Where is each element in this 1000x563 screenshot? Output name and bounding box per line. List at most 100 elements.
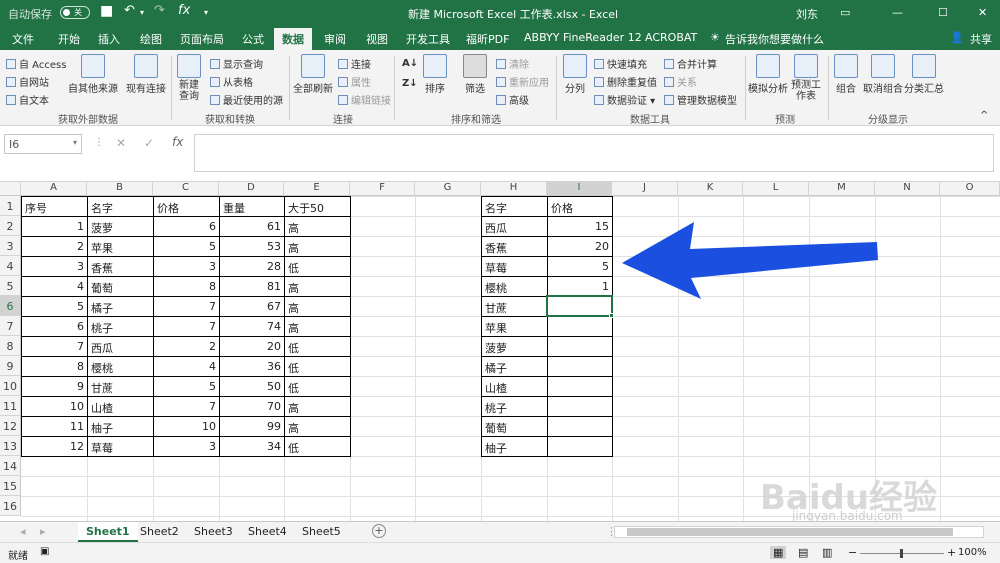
properties-button[interactable]: 属性 (338, 74, 371, 89)
table1-cell[interactable]: 7 (153, 396, 220, 417)
column-header[interactable]: K (678, 182, 743, 196)
table1-cell[interactable]: 28 (219, 256, 285, 277)
scrollbar-thumb[interactable] (627, 528, 953, 536)
show-queries-button[interactable]: 显示查询 (210, 56, 263, 71)
table2-cell[interactable]: 山楂 (481, 376, 548, 397)
data-validation-button[interactable]: 数据验证 ▾ (594, 92, 655, 107)
connections-button[interactable]: 连接 (338, 56, 371, 71)
forecast-sheet-button[interactable]: 预测工作表 (790, 54, 822, 102)
table1-cell[interactable]: 山楂 (87, 396, 154, 417)
text-to-columns-button[interactable]: 分列 (560, 54, 590, 95)
table1-cell[interactable]: 20 (219, 336, 285, 357)
zoom-level[interactable]: 100% (958, 547, 987, 558)
consolidate-button[interactable]: 合并计算 (664, 56, 717, 71)
table1-cell[interactable]: 5 (21, 296, 88, 317)
table1-cell[interactable]: 低 (284, 336, 351, 357)
sheet-tab-sheet5[interactable]: Sheet5 (294, 522, 349, 542)
table1-cell[interactable]: 99 (219, 416, 285, 437)
select-all-corner[interactable] (0, 182, 21, 196)
tab-acrobat[interactable]: ACROBAT (645, 31, 697, 44)
table1-cell[interactable]: 8 (153, 276, 220, 297)
sort-button[interactable]: 排序 (420, 54, 450, 95)
column-header[interactable]: D (219, 182, 284, 196)
row-header[interactable]: 15 (0, 476, 21, 496)
from-table-button[interactable]: 从表格 (210, 74, 253, 89)
column-header[interactable]: F (350, 182, 415, 196)
row-header[interactable]: 16 (0, 496, 21, 516)
tab-home[interactable]: 开始 (58, 31, 80, 47)
group-button[interactable]: 组合 (832, 54, 860, 95)
flash-fill-button[interactable]: 快速填充 (594, 56, 647, 71)
table1-cell[interactable]: 6 (21, 316, 88, 337)
table1-cell[interactable]: 高 (284, 216, 351, 237)
undo-dropdown-icon[interactable]: ▾ (140, 8, 144, 17)
filter-button[interactable]: 筛选 (460, 54, 490, 95)
clear-button[interactable]: 清除 (496, 56, 529, 71)
sheet-tab-sheet3[interactable]: Sheet3 (186, 522, 241, 542)
table1-cell[interactable]: 高 (284, 316, 351, 337)
table1-cell[interactable]: 74 (219, 316, 285, 337)
table2-header-cell[interactable]: 价格 (547, 196, 613, 217)
subtotal-button[interactable]: 分类汇总 (904, 54, 944, 95)
table1-header-cell[interactable]: 价格 (153, 196, 220, 217)
row-header[interactable]: 4 (0, 256, 21, 276)
tab-review[interactable]: 审阅 (324, 31, 346, 47)
table1-cell[interactable]: 柚子 (87, 416, 154, 437)
table1-cell[interactable]: 2 (21, 236, 88, 257)
table1-cell[interactable]: 7 (21, 336, 88, 357)
normal-view-icon[interactable]: ▦ (770, 546, 787, 559)
column-header[interactable]: B (87, 182, 153, 196)
table2-cell[interactable]: 5 (547, 256, 613, 277)
table1-cell[interactable]: 10 (153, 416, 220, 437)
table1-header-cell[interactable]: 名字 (87, 196, 154, 217)
page-break-view-icon[interactable]: ▥ (822, 546, 832, 559)
table2-cell[interactable]: 草莓 (481, 256, 548, 277)
tab-insert[interactable]: 插入 (98, 31, 120, 47)
table1-cell[interactable]: 53 (219, 236, 285, 257)
zoom-slider[interactable] (860, 549, 944, 558)
splitter-icon[interactable]: ⋮ (94, 137, 104, 148)
table2-cell[interactable] (547, 316, 613, 337)
table1-cell[interactable]: 4 (153, 356, 220, 377)
sheet-tab-sheet2[interactable]: Sheet2 (132, 522, 187, 542)
fx-icon[interactable]: fx (172, 135, 183, 149)
table2-cell[interactable]: 柚子 (481, 436, 548, 457)
sort-za-icon[interactable]: Z↓ (402, 78, 418, 89)
existing-connections-button[interactable]: 现有连接 (124, 54, 168, 95)
maximize-icon[interactable]: ☐ (938, 6, 948, 19)
row-header[interactable]: 14 (0, 456, 21, 476)
row-header[interactable]: 9 (0, 356, 21, 376)
redo-icon[interactable]: ↷ (154, 3, 165, 18)
sheet-tab-sheet1[interactable]: Sheet1 (78, 522, 138, 542)
row-header[interactable]: 5 (0, 276, 21, 296)
table2-cell[interactable]: 1 (547, 276, 613, 297)
sort-az-icon[interactable]: A↓ (402, 58, 418, 69)
table1-cell[interactable]: 樱桃 (87, 356, 154, 377)
table1-cell[interactable]: 香蕉 (87, 256, 154, 277)
table1-cell[interactable]: 低 (284, 256, 351, 277)
table1-cell[interactable]: 61 (219, 216, 285, 237)
column-header[interactable]: A (21, 182, 87, 196)
relationships-button[interactable]: 关系 (664, 74, 697, 89)
refresh-all-button[interactable]: 全部刷新 (292, 54, 334, 95)
column-header[interactable]: M (809, 182, 875, 196)
row-header[interactable]: 1 (0, 196, 21, 216)
table1-cell[interactable]: 4 (21, 276, 88, 297)
table1-cell[interactable]: 11 (21, 416, 88, 437)
table2-cell[interactable] (547, 396, 613, 417)
table1-cell[interactable]: 高 (284, 276, 351, 297)
column-header[interactable]: E (284, 182, 350, 196)
what-if-button[interactable]: 模拟分析 (748, 54, 788, 95)
collapse-ribbon-icon[interactable]: ^ (980, 110, 988, 121)
edit-links-button[interactable]: 编辑链接 (338, 92, 391, 107)
active-cell-selection[interactable] (546, 295, 613, 317)
column-header[interactable]: G (415, 182, 481, 196)
column-header[interactable]: I (547, 182, 612, 196)
table1-cell[interactable]: 葡萄 (87, 276, 154, 297)
row-header[interactable]: 13 (0, 436, 21, 456)
table1-cell[interactable]: 5 (153, 376, 220, 397)
zoom-slider-thumb[interactable] (900, 549, 903, 558)
tab-formulas[interactable]: 公式 (242, 31, 264, 47)
table1-cell[interactable]: 3 (21, 256, 88, 277)
table1-cell[interactable]: 低 (284, 436, 351, 457)
